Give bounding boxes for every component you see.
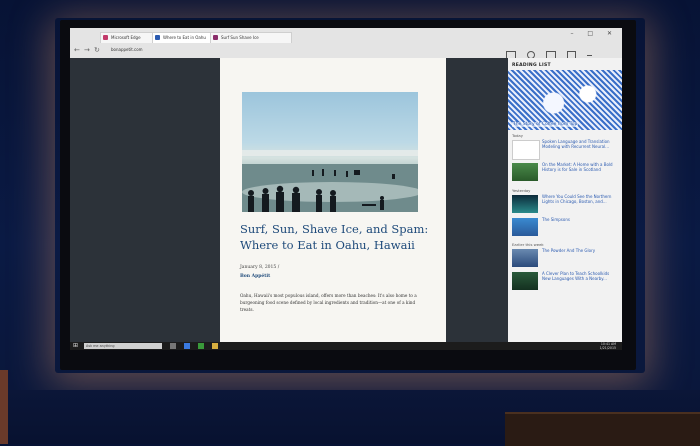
browser-window: Microsoft Edge Where to Eat in Oahu Surf…	[70, 28, 622, 350]
taskbar: ⊞ Ask me anything 10:41 AM 1/21/2015	[70, 342, 622, 350]
item-title: Spoken Language and Translation Modeling…	[542, 139, 610, 150]
item-thumbnail	[512, 195, 538, 213]
reading-list-pane: READING LIST The Story of Coffee from To…	[508, 58, 622, 342]
article-headline: Surf, Sun, Shave Ice, and Spam: Where to…	[240, 222, 429, 252]
section-label: Yesterday	[512, 188, 531, 193]
list-item[interactable]: A Clever Plan to Teach Schoolkids New La…	[512, 271, 620, 293]
reading-list-title: READING LIST	[512, 63, 551, 68]
address-bar[interactable]: bonappetit.com	[108, 45, 271, 54]
tab-favicon	[155, 35, 160, 40]
edge-browser-icon[interactable]	[184, 343, 190, 349]
section-label: Today	[512, 133, 523, 138]
section-label: Earlier this week	[512, 242, 544, 247]
list-item[interactable]: Spoken Language and Translation Modeling…	[512, 139, 620, 161]
left-margin	[70, 58, 220, 342]
item-title: The Powder And The Glory	[542, 248, 596, 253]
podium	[505, 412, 700, 446]
system-tray[interactable]: 10:41 AM 1/21/2015	[600, 342, 616, 350]
stage-prop	[0, 370, 8, 444]
explorer-icon[interactable]	[212, 343, 218, 349]
window-controls[interactable]: – □ ✕	[570, 30, 618, 37]
tab-favicon	[103, 35, 108, 40]
beach-photo	[242, 92, 418, 212]
article-date: January 8, 2015 /	[240, 265, 280, 270]
item-thumbnail	[512, 272, 538, 290]
store-icon[interactable]	[198, 343, 204, 349]
tab-bar: Microsoft Edge Where to Eat in Oahu Surf…	[70, 28, 622, 59]
tab-3[interactable]: Surf Sun Shave Ice	[210, 32, 292, 43]
item-thumbnail	[512, 218, 538, 236]
item-thumbnail	[512, 140, 540, 160]
page-content: Surf, Sun, Shave Ice, and Spam: Where to…	[70, 58, 622, 342]
item-title: Where You Could See the Northern Lights …	[542, 194, 612, 205]
task-view-icon[interactable]	[170, 343, 176, 349]
tab-favicon	[213, 35, 218, 40]
item-title: A Clever Plan to Teach Schoolkids New La…	[542, 271, 610, 282]
item-thumbnail	[512, 163, 538, 181]
hero-title: The Story of Coffee from Top	[512, 122, 579, 127]
tab-label: Surf Sun Shave Ice	[221, 35, 259, 40]
search-input[interactable]: Ask me anything	[84, 343, 162, 349]
beach-silhouettes-image	[242, 150, 418, 212]
back-button[interactable]: ←	[74, 45, 80, 55]
tray-date: 1/21/2015	[599, 346, 616, 350]
item-thumbnail	[512, 249, 538, 267]
list-item[interactable]: On the Market: A Home with a Bold Histor…	[512, 162, 620, 184]
list-item[interactable]: The Powder And The Glory	[512, 248, 620, 270]
item-title: The Simpsons	[542, 217, 570, 222]
list-item[interactable]: The Simpsons	[512, 217, 620, 239]
article: Surf, Sun, Shave Ice, and Spam: Where to…	[220, 58, 446, 342]
tab-label: Where to Eat in Oahu	[163, 35, 206, 40]
article-body: Oahu, Hawaii's most populous island, off…	[240, 293, 417, 312]
item-title: On the Market: A Home with a Bold Histor…	[542, 162, 613, 173]
reading-list-hero[interactable]: The Story of Coffee from Top	[508, 70, 622, 130]
right-margin	[446, 58, 508, 342]
refresh-button[interactable]: ↻	[94, 45, 100, 55]
tab-label: Microsoft Edge	[111, 35, 141, 40]
article-byline[interactable]: Bon Appétit	[240, 274, 270, 279]
forward-button[interactable]: →	[84, 45, 90, 55]
windows-start-icon[interactable]: ⊞	[73, 343, 78, 349]
list-item[interactable]: Where You Could See the Northern Lights …	[512, 194, 620, 216]
